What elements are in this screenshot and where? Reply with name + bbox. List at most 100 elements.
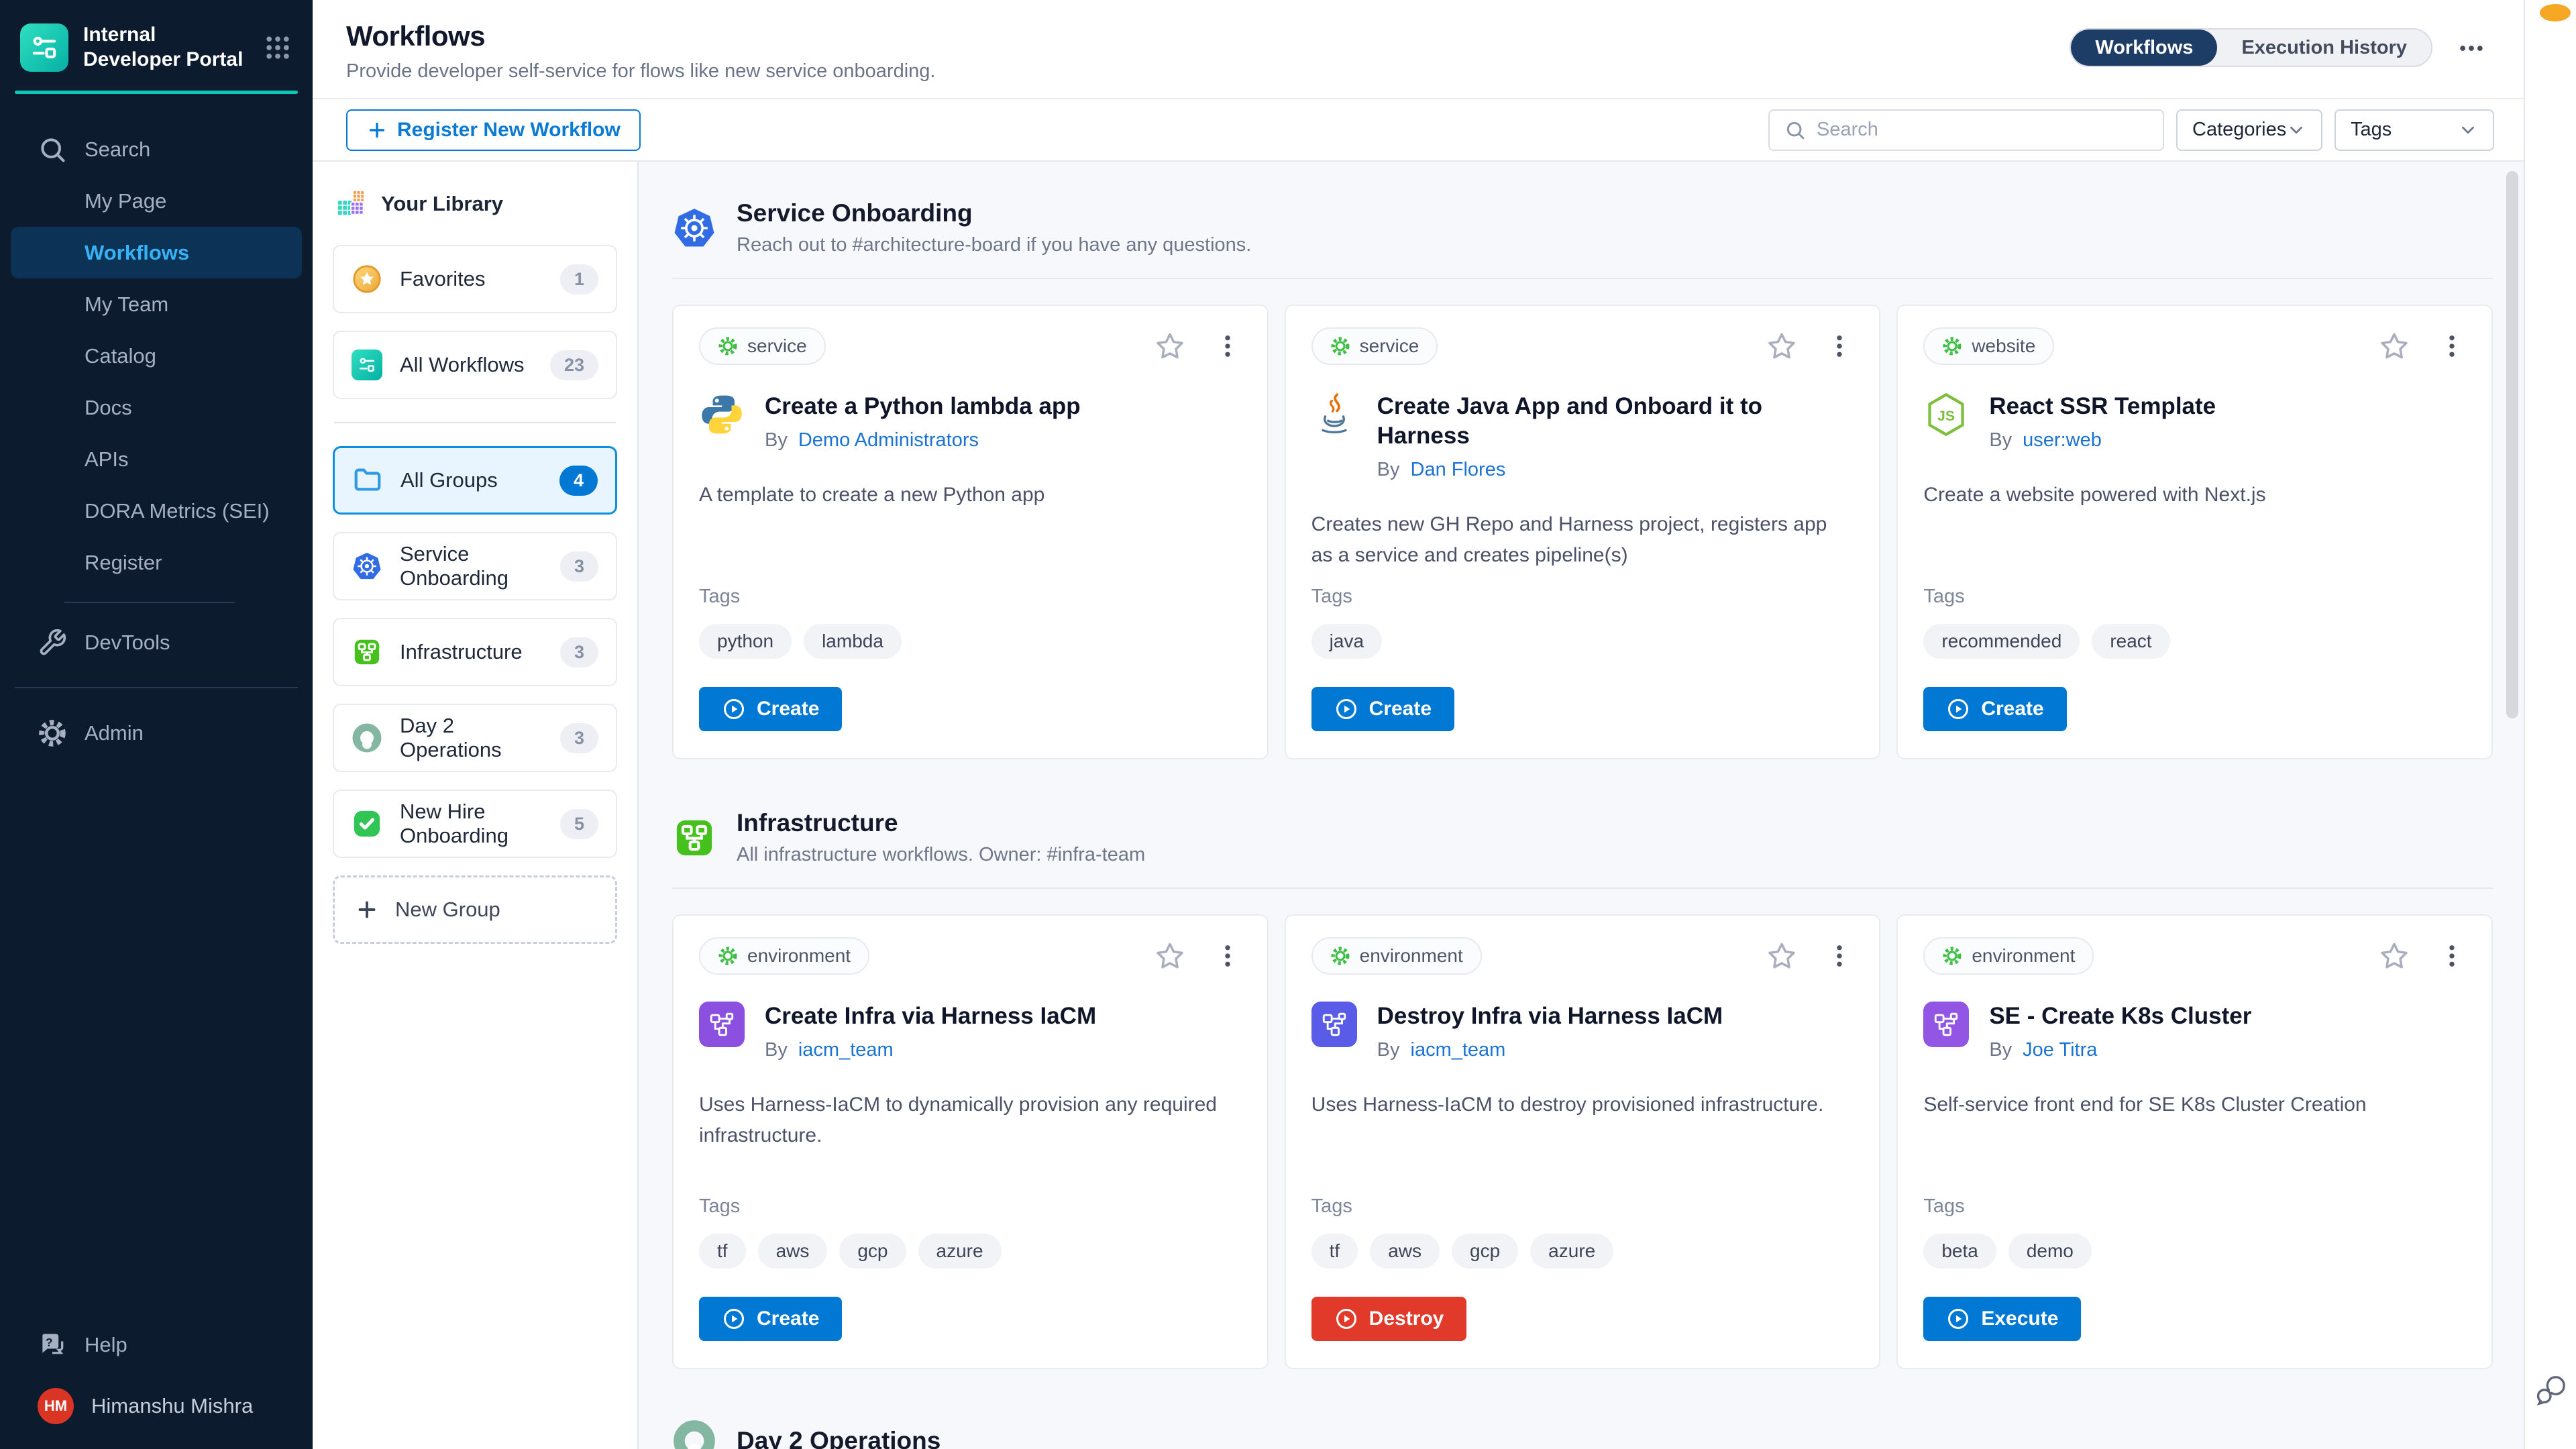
sidebar-item-help[interactable]: ? Help <box>11 1319 302 1371</box>
card-menu-icon[interactable] <box>2438 942 2466 970</box>
scrollbar-thumb[interactable] <box>2506 171 2518 718</box>
sidebar-item-my-team[interactable]: My Team <box>11 278 302 330</box>
library-group-service-onboarding[interactable]: Service Onboarding3 <box>333 532 617 600</box>
sidebar-bottom: ? Help HM Himanshu Mishra <box>0 1319 313 1449</box>
sidebar-item-docs[interactable]: Docs <box>11 382 302 433</box>
tab-execution-history[interactable]: Execution History <box>2217 30 2431 66</box>
user-name: Himanshu Mishra <box>91 1394 253 1418</box>
tag-pill[interactable]: lambda <box>804 624 902 659</box>
sidebar-item-my-page[interactable]: My Page <box>11 175 302 227</box>
card-type-chip[interactable]: environment <box>1311 937 1482 975</box>
sidebar-item-catalog[interactable]: Catalog <box>11 330 302 382</box>
count-badge: 3 <box>560 551 598 582</box>
sidebar-item-apis[interactable]: APIs <box>11 433 302 485</box>
create-button[interactable]: Create <box>699 1297 842 1341</box>
card-description: Creates new GH Repo and Harness project,… <box>1311 509 1854 572</box>
create-button[interactable]: Create <box>699 687 842 731</box>
tag-pill[interactable]: azure <box>918 1234 1002 1269</box>
workflows-content: Service OnboardingReach out to #architec… <box>639 162 2524 1449</box>
search-input[interactable] <box>1817 119 2148 141</box>
library-group-new-hire-onboarding[interactable]: New Hire Onboarding5 <box>333 790 617 858</box>
sidebar-nav: SearchMy Page Workflows My TeamCatalogDocs… <box>0 94 313 759</box>
sidebar-item-admin[interactable]: Admin <box>11 707 302 759</box>
card-menu-icon[interactable] <box>1825 332 1854 360</box>
workflow-card: environment Destroy Infra via Harness IaC… <box>1285 914 1881 1369</box>
card-title: Create Infra via Harness IaCM <box>765 1002 1096 1031</box>
tag-pill[interactable]: react <box>2092 624 2169 659</box>
card-owner-link[interactable]: Demo Administrators <box>798 429 979 451</box>
library-group-all-groups[interactable]: All Groups4 <box>333 446 617 515</box>
card-type-chip[interactable]: service <box>699 327 826 365</box>
create-button[interactable]: Create <box>1311 687 1454 731</box>
favorite-star-icon[interactable] <box>2379 941 2410 971</box>
card-menu-icon[interactable] <box>1825 942 1854 970</box>
nodejs-logo-icon: JS <box>1923 392 1969 437</box>
card-type-chip[interactable]: environment <box>699 937 869 975</box>
tag-pill[interactable]: demo <box>2008 1234 2092 1269</box>
header-menu-icon[interactable] <box>2457 34 2486 63</box>
check-tile-icon <box>352 808 382 839</box>
card-menu-icon[interactable] <box>1214 332 1242 360</box>
execute-button[interactable]: Execute <box>1923 1297 2081 1341</box>
create-button[interactable]: Create <box>1923 687 2066 731</box>
card-type-chip[interactable]: environment <box>1923 937 2094 975</box>
library-group-favorites[interactable]: Favorites1 <box>333 245 617 313</box>
sidebar-item-workflows[interactable]: Workflows <box>11 227 302 278</box>
card-description: Self-service front end for SE K8s Cluste… <box>1923 1089 2466 1121</box>
kubernetes-section-icon <box>672 206 716 250</box>
tag-pill[interactable]: aws <box>758 1234 828 1269</box>
workflow-card: websiteJSReact SSR TemplateByuser:webCre… <box>1896 305 2493 759</box>
library-group-all-workflows[interactable]: All Workflows23 <box>333 331 617 399</box>
favorite-star-icon[interactable] <box>1155 941 1185 971</box>
tags-label: Tags <box>699 1195 1242 1218</box>
support-chat-icon[interactable] <box>2533 1371 2569 1407</box>
tag-pill[interactable]: gcp <box>839 1234 906 1269</box>
library-group-infrastructure[interactable]: Infrastructure3 <box>333 618 617 686</box>
sidebar-item-register[interactable]: Register <box>11 537 302 588</box>
tag-pill[interactable]: java <box>1311 624 1382 659</box>
tag-pill[interactable]: python <box>699 624 792 659</box>
register-new-workflow-button[interactable]: Register New Workflow <box>346 109 641 151</box>
apps-grid-icon[interactable] <box>263 33 292 62</box>
tag-pill[interactable]: recommended <box>1923 624 2080 659</box>
sidebar-item-label: Workflows <box>85 241 189 265</box>
tags-select[interactable]: Tags <box>2334 109 2494 151</box>
notification-indicator <box>2540 4 2571 21</box>
tag-pill[interactable]: gcp <box>1452 1234 1518 1269</box>
card-owner-link[interactable]: Joe Titra <box>2023 1039 2097 1061</box>
categories-select[interactable]: Categories <box>2176 109 2322 151</box>
sidebar-item-dora-metrics-sei[interactable]: DORA Metrics (SEI) <box>11 485 302 537</box>
card-menu-icon[interactable] <box>2438 332 2466 360</box>
library-group-day-2-operations[interactable]: Day 2 Operations3 <box>333 704 617 772</box>
section-service-onboarding: Service OnboardingReach out to #architec… <box>672 199 2493 759</box>
new-group-button[interactable]: New Group <box>333 875 617 944</box>
card-owner-link[interactable]: iacm_team <box>1411 1039 1506 1061</box>
card-title: Destroy Infra via Harness IaCM <box>1377 1002 1723 1031</box>
chip-gear-icon <box>1942 336 1962 356</box>
card-title: SE - Create K8s Cluster <box>1989 1002 2251 1031</box>
card-type-chip[interactable]: website <box>1923 327 2054 365</box>
card-owner-link[interactable]: user:web <box>2023 429 2102 451</box>
tag-pill[interactable]: azure <box>1530 1234 1613 1269</box>
favorite-star-icon[interactable] <box>1155 331 1185 362</box>
sidebar-item-search[interactable]: Search <box>11 123 302 175</box>
favorite-star-icon[interactable] <box>2379 331 2410 362</box>
tag-pill[interactable]: aws <box>1370 1234 1440 1269</box>
card-owner-link[interactable]: iacm_team <box>798 1039 894 1061</box>
wrench-icon <box>38 628 67 657</box>
destroy-button[interactable]: Destroy <box>1311 1297 1467 1341</box>
card-menu-icon[interactable] <box>1214 942 1242 970</box>
tag-pill[interactable]: tf <box>1311 1234 1358 1269</box>
sidebar-item-devtools[interactable]: DevTools <box>11 616 302 668</box>
card-owner-link[interactable]: Dan Flores <box>1411 459 1506 481</box>
tab-workflows[interactable]: Workflows <box>2071 30 2217 66</box>
card-type-chip[interactable]: service <box>1311 327 1438 365</box>
favorite-star-icon[interactable] <box>1766 331 1797 362</box>
card-description: Uses Harness-IaCM to dynamically provisi… <box>699 1089 1242 1152</box>
library-title: Your Library <box>381 192 503 216</box>
tag-pill[interactable]: beta <box>1923 1234 1996 1269</box>
favorite-star-icon[interactable] <box>1766 941 1797 971</box>
user-menu[interactable]: HM Himanshu Mishra <box>11 1380 302 1432</box>
count-badge: 3 <box>560 723 598 753</box>
tag-pill[interactable]: tf <box>699 1234 746 1269</box>
